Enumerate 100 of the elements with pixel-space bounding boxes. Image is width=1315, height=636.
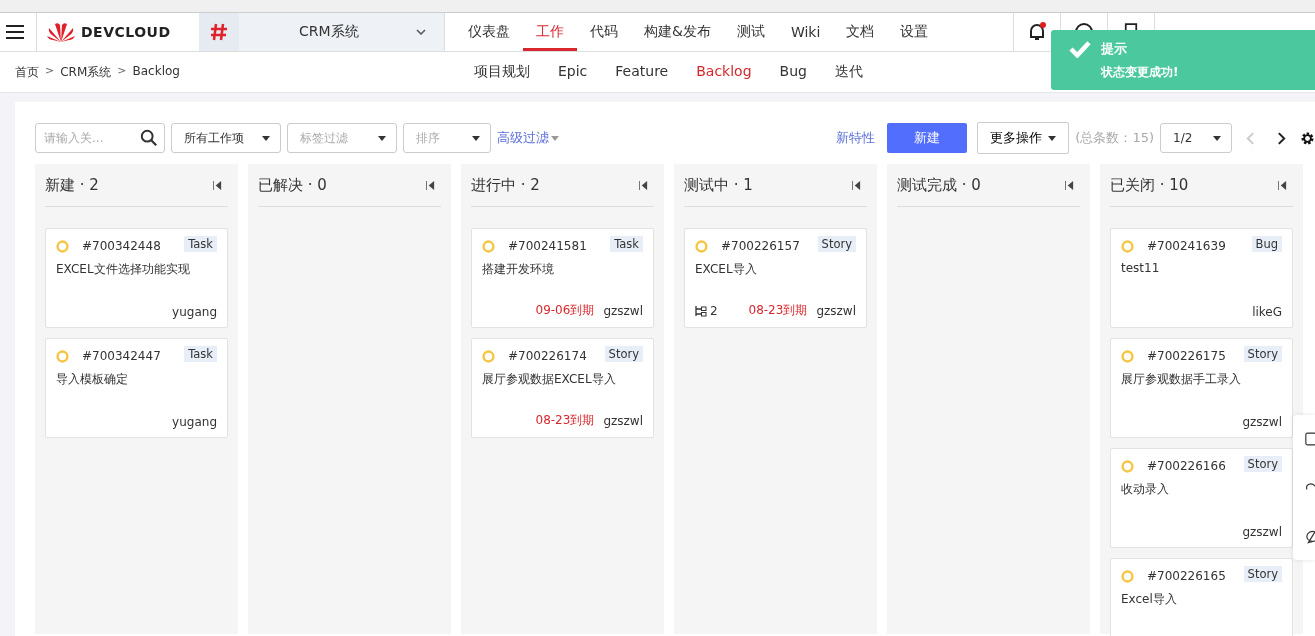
work-item-card[interactable]: #700241581 Task 搭建开发环境 09-06到期 gzszwl (471, 228, 654, 328)
item-title: EXCEL导入 (695, 261, 758, 278)
work-item-card[interactable]: #700342447 Task 导入模板确定 yugang (45, 338, 228, 438)
item-id: #700241639 (1147, 239, 1227, 253)
item-id: #700226166 (1147, 459, 1227, 473)
type-tag: Task (610, 236, 643, 252)
breadcrumb-link[interactable]: Backlog (132, 63, 180, 81)
nav-tab[interactable]: 代码 (577, 13, 631, 51)
status-circle-icon (1121, 459, 1134, 473)
next-page-icon[interactable] (1277, 130, 1286, 146)
toast-title: 提示 (1101, 40, 1128, 58)
type-dropdown[interactable]: 所有工作项 (171, 123, 281, 153)
item-id: #700241581 (508, 239, 588, 253)
assignee: yugang (172, 415, 217, 429)
due-date: 08-23到期 (748, 302, 808, 319)
assignee: gzszwl (1242, 415, 1282, 429)
item-title: 搭建开发环境 (482, 261, 555, 278)
column-title: 测试中 · 1 (684, 175, 753, 195)
chevron-down-icon[interactable] (416, 29, 426, 35)
item-id: #700226165 (1147, 569, 1227, 583)
nav-tab[interactable]: 构建&发布 (631, 13, 724, 51)
logo-text: DEVCLOUD (81, 24, 171, 40)
item-id: #700226157 (721, 239, 801, 253)
due-date: 08-23到期 (535, 412, 595, 429)
bell-icon[interactable] (1027, 22, 1047, 42)
status-circle-icon (482, 349, 495, 363)
breadcrumb-separator: > (117, 63, 127, 79)
assignee: gzszwl (603, 413, 643, 428)
item-title: 收动录入 (1121, 481, 1170, 498)
collapse-icon[interactable] (1065, 180, 1074, 190)
more-actions-button[interactable]: 更多操作 (977, 122, 1070, 154)
flower-logo-icon (47, 22, 75, 42)
column-title: 进行中 · 2 (471, 175, 540, 195)
search-icon[interactable] (140, 129, 158, 147)
item-id: #700226175 (1147, 349, 1227, 363)
settings-icon[interactable] (1300, 130, 1315, 146)
assignee: gzszwl (603, 303, 643, 318)
menu-icon[interactable] (6, 25, 24, 39)
advanced-filter-link[interactable]: 高级过滤 (497, 129, 559, 147)
work-item-card[interactable]: #700226165 Story Excel导入 (1110, 558, 1293, 636)
type-tag: Story (1243, 566, 1282, 582)
status-circle-icon (1121, 239, 1134, 253)
type-tag: Bug (1251, 236, 1282, 252)
search-field[interactable]: 请输入关... (35, 123, 165, 153)
sub-tab[interactable]: 项目规划 (460, 63, 544, 81)
breadcrumb-link[interactable]: CRM系统 (60, 63, 112, 81)
nav-tab[interactable]: 仪表盘 (455, 13, 523, 51)
assignee: gzszwl (816, 303, 856, 318)
create-button[interactable]: 新建 (887, 123, 968, 153)
sub-tab[interactable]: Epic (544, 63, 602, 81)
total-count: (总条数：15) (1075, 129, 1154, 147)
item-title: EXCEL文件选择功能实现 (56, 261, 191, 278)
type-tag: Task (184, 236, 217, 252)
work-item-card[interactable]: #700241639 Bug test11 likeG (1110, 228, 1293, 328)
item-title: 展厅参观数据手工录入 (1121, 371, 1242, 388)
new-feature-link[interactable]: 新特性 (836, 129, 876, 147)
type-tag: Story (817, 236, 856, 252)
work-item-card[interactable]: #700226166 Story 收动录入 gzszwl (1110, 448, 1293, 548)
nav-tab[interactable]: 设置 (887, 13, 942, 51)
document-icon[interactable] (1305, 431, 1315, 448)
item-id: #700342448 (82, 239, 162, 253)
assignee: gzszwl (1242, 525, 1282, 539)
column-title: 测试完成 · 0 (897, 175, 981, 195)
collapse-icon[interactable] (852, 180, 861, 190)
column-title: 新建 · 2 (45, 175, 99, 195)
page-dropdown[interactable]: 1/2 (1160, 123, 1232, 153)
collapse-icon[interactable] (639, 180, 648, 190)
sub-tab[interactable]: Bug (765, 63, 821, 81)
status-circle-icon (1121, 349, 1134, 363)
type-tag: Task (184, 346, 217, 362)
collapse-icon[interactable] (1278, 180, 1287, 190)
sub-tab[interactable]: 迭代 (820, 63, 877, 81)
breadcrumb-separator: > (45, 63, 55, 79)
work-item-card[interactable]: #700226157 Story EXCEL导入 2 08-23到期 gzszwl (684, 228, 867, 328)
status-circle-icon (56, 239, 69, 253)
nav-tab[interactable]: Wiki (777, 13, 834, 51)
type-tag: Story (1243, 456, 1282, 472)
collapse-icon[interactable] (213, 180, 222, 190)
sub-tab[interactable]: Feature (601, 63, 683, 81)
column-title: 已解决 · 0 (258, 175, 327, 195)
nav-tab[interactable]: 文档 (833, 13, 888, 51)
sub-tab[interactable]: Backlog (682, 63, 766, 81)
work-item-card[interactable]: #700342448 Task EXCEL文件选择功能实现 yugang (45, 228, 228, 328)
item-title: test11 (1121, 261, 1161, 275)
column-title: 已关闭 · 10 (1110, 175, 1189, 195)
type-tag: Story (1243, 346, 1282, 362)
toast-message: 状态变更成功! (1101, 64, 1179, 81)
type-tag: Story (604, 346, 643, 362)
status-circle-icon (56, 349, 69, 363)
breadcrumb-link[interactable]: 首页 (15, 63, 39, 81)
item-id: #700226174 (508, 349, 588, 363)
nav-tab[interactable]: 测试 (723, 13, 778, 51)
hash-icon (209, 22, 229, 42)
item-title: 导入模板确定 (56, 371, 129, 388)
work-item-card[interactable]: #700226175 Story 展厅参观数据手工录入 gzszwl (1110, 338, 1293, 438)
collapse-icon[interactable] (426, 180, 435, 190)
item-title: Excel导入 (1121, 591, 1178, 608)
work-item-card[interactable]: #700226174 Story 展厅参观数据EXCEL导入 08-23到期 gzszwl (471, 338, 654, 438)
item-id: #700342447 (82, 349, 162, 363)
project-select[interactable]: CRM系统 (239, 13, 445, 51)
